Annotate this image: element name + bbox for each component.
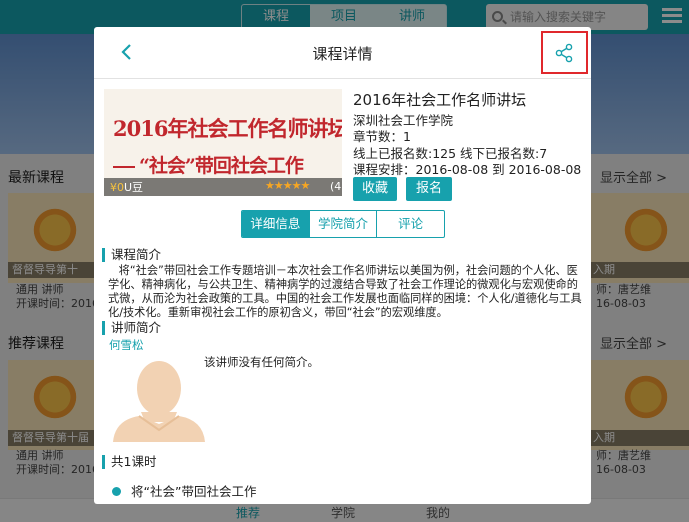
cover-title-text: 2016年社会工作名师讲坛 <box>113 116 342 141</box>
lesson-item[interactable]: 将“社会”带回社会工作 <box>112 481 256 500</box>
rating-value: (4.9) <box>330 180 342 193</box>
course-schedule: 课程安排：2016-08-08 到 2016-08-08 <box>353 162 582 177</box>
cover-info-strip: ¥0U豆 ★★★★★ (4.9) <box>104 178 342 196</box>
teacher-description: 该讲师没有任何简介。 <box>204 355 319 369</box>
tab-college-intro[interactable]: 学院简介 <box>310 211 378 237</box>
course-intro-heading: 课程简介 <box>102 248 161 262</box>
course-name: 2016年社会工作名师讲坛 <box>353 91 527 109</box>
teacher-intro-heading: 讲师简介 <box>102 321 161 335</box>
rating-stars-icon: ★★★★★ <box>265 179 310 192</box>
lessons-heading: 共1课时 <box>102 455 156 469</box>
tab-comments[interactable]: 评论 <box>377 211 444 237</box>
bullet-icon <box>112 487 121 496</box>
lesson-title: 将“社会”带回社会工作 <box>131 484 257 499</box>
course-intro-text: 将“社会”带回社会工作专题培训－本次社会工作名师讲坛以美国为例，社会问题的个人化… <box>108 264 582 319</box>
course-detail-modal: 课程详情 2016年社会工作名师讲坛 “社会”带回社会工作 ¥0U豆 ★★★★★… <box>94 27 591 504</box>
share-icon <box>555 43 573 63</box>
collect-button[interactable]: 收藏 <box>353 177 397 201</box>
enroll-button[interactable]: 报名 <box>406 177 452 201</box>
tab-detail-info[interactable]: 详细信息 <box>242 211 310 237</box>
price-label: ¥0U豆 <box>110 181 144 194</box>
share-button[interactable] <box>541 31 588 74</box>
teacher-avatar <box>109 350 209 442</box>
course-cover-image: 2016年社会工作名师讲坛 “社会”带回社会工作 ¥0U豆 ★★★★★ (4.9… <box>104 89 342 196</box>
modal-title: 课程详情 <box>312 45 373 63</box>
detail-tab-group: 详细信息 学院简介 评论 <box>241 210 445 238</box>
cover-subtitle-text: “社会”带回社会工作 <box>113 151 304 178</box>
modal-header: 课程详情 <box>94 27 591 79</box>
